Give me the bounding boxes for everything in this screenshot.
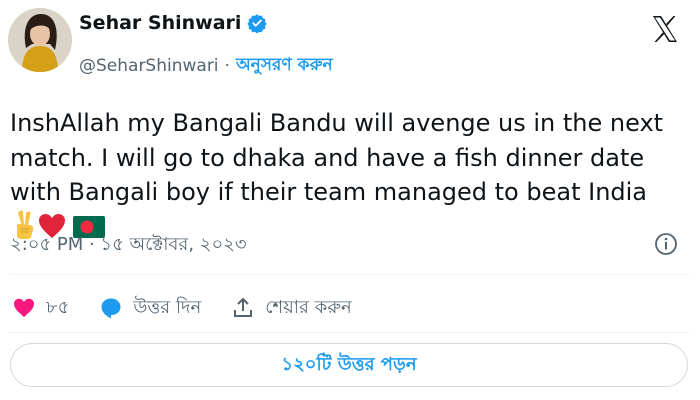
share-button[interactable]: শেয়ার করুন — [231, 293, 352, 324]
avatar[interactable] — [8, 8, 72, 72]
tweet-text: InshAllah my Bangali Bandu will avenge u… — [10, 106, 682, 244]
action-bar: ৮৫ উত্তর দিন শেয়ার করুন — [12, 293, 382, 323]
share-label: শেয়ার করুন — [265, 296, 352, 318]
divider-bottom — [10, 332, 690, 333]
info-icon[interactable] — [654, 232, 678, 256]
tweet-card: Sehar Shinwari @SeharShinwari · অনুসরণ ক… — [0, 0, 700, 400]
tweet-body: InshAllah my Bangali Bandu will avenge u… — [10, 109, 664, 206]
reply-bubble-icon — [101, 298, 121, 319]
like-button[interactable]: ৮৫ — [12, 293, 69, 324]
author-name[interactable]: Sehar Shinwari — [79, 12, 241, 34]
like-count: ৮৫ — [46, 296, 70, 318]
share-icon — [234, 298, 253, 317]
x-logo-icon[interactable] — [650, 14, 680, 44]
heart-icon — [14, 298, 34, 317]
reply-label: উত্তর দিন — [133, 296, 202, 318]
reply-button[interactable]: উত্তর দিন — [99, 293, 201, 324]
follow-button[interactable]: অনুসরণ করুন — [236, 52, 333, 80]
verified-badge-icon — [247, 13, 268, 34]
tweet-timestamp[interactable]: ২:০৫ PM · ১৫ অক্টোবর, ২০২৩ — [10, 230, 247, 261]
divider-top — [10, 274, 690, 275]
separator-dot: · — [224, 56, 230, 76]
read-replies-button[interactable]: ১২০টি উত্তর পড়ন — [10, 343, 688, 387]
author-handle[interactable]: @SeharShinwari — [79, 56, 219, 76]
